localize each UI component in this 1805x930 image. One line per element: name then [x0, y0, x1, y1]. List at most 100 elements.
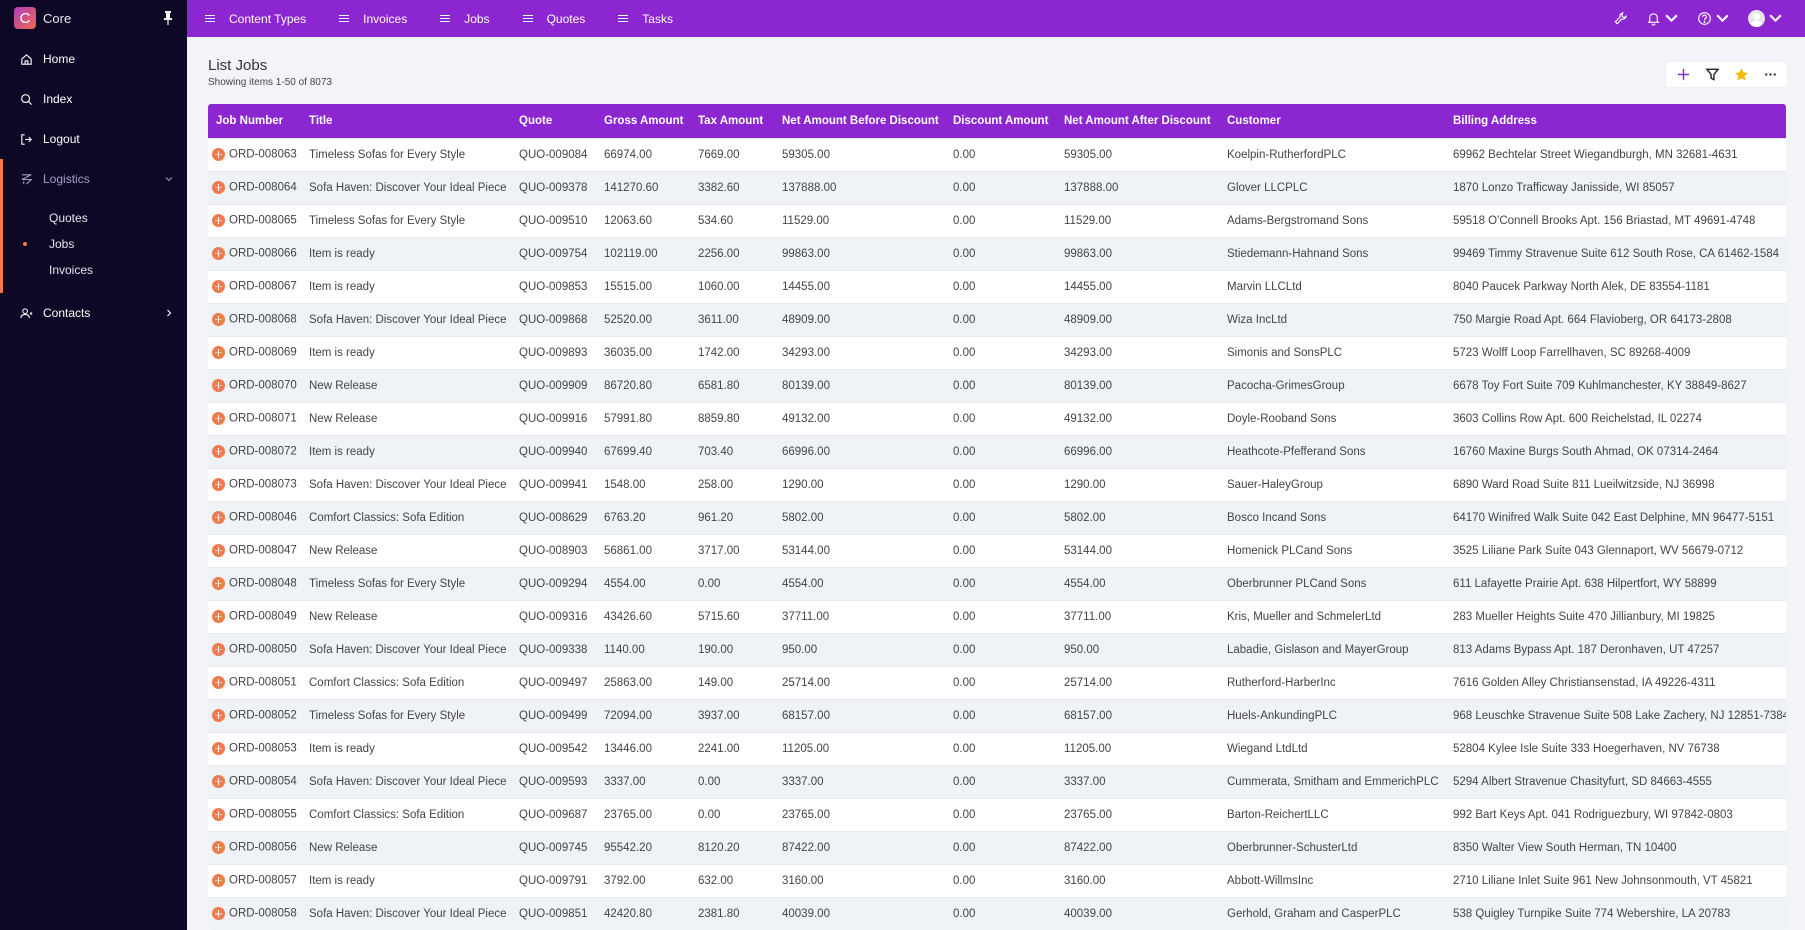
row-action-icon[interactable]	[212, 313, 225, 326]
tab-invoices[interactable]: Invoices	[339, 12, 407, 26]
row-action-icon[interactable]	[212, 610, 225, 623]
row-action-icon[interactable]	[212, 247, 225, 260]
sidebar-subitem-jobs[interactable]: Jobs	[0, 231, 187, 257]
table-row[interactable]: ORD-008068 Sofa Haven: Discover Your Idea…	[208, 302, 1786, 336]
job-number-text: ORD-008063	[229, 148, 297, 161]
user-menu-button[interactable]	[1748, 10, 1783, 27]
column-header-gross-amount[interactable]: Gross Amount	[596, 104, 690, 138]
row-action-icon[interactable]	[212, 214, 225, 227]
sidebar-item-contacts[interactable]: Contacts	[0, 293, 187, 333]
sidebar-subitem-invoices[interactable]: Invoices	[0, 257, 187, 283]
table-row[interactable]: ORD-008067 Item is ready QUO-009853 15515.0…	[208, 269, 1786, 303]
row-action-icon[interactable]	[212, 808, 225, 821]
table-row[interactable]: ORD-008066 Item is ready QUO-009754 102119.…	[208, 236, 1786, 270]
cell-net-before-discount: 49132.00	[774, 401, 945, 435]
cell-net-after-discount: 53144.00	[1056, 533, 1219, 567]
sidebar-item-label: Contacts	[43, 306, 91, 320]
sidebar-subitem-quotes[interactable]: Quotes	[0, 205, 187, 231]
row-action-icon[interactable]	[212, 907, 225, 921]
table-row[interactable]: ORD-008057 Item is ready QUO-009791 3792.00…	[208, 863, 1786, 897]
job-number-text: ORD-008073	[229, 478, 297, 491]
sidebar-item-logout[interactable]: Logout	[0, 119, 187, 159]
table-row[interactable]: ORD-008071 New Release QUO-009916 57991.80 8…	[208, 401, 1786, 435]
tab-content-types[interactable]: Content Types	[205, 12, 306, 26]
table-row[interactable]: ORD-008048 Timeless Sofas for Every Style…	[208, 566, 1786, 600]
column-header-title[interactable]: Title	[301, 104, 511, 138]
row-action-icon[interactable]	[212, 874, 225, 887]
row-action-icon[interactable]	[212, 478, 225, 491]
cell-billing-address: 3525 Liliane Park Suite 043 Glennaport, …	[1445, 533, 1786, 567]
tab-jobs[interactable]: Jobs	[440, 11, 490, 26]
pin-icon[interactable]	[163, 11, 173, 25]
row-action-icon[interactable]	[212, 676, 225, 689]
help-button[interactable]	[1697, 11, 1730, 26]
table-row[interactable]: ORD-008051 Comfort Classics: Sofa Edition…	[208, 665, 1786, 699]
column-header-net-before-discount[interactable]: Net Amount Before Discount	[774, 104, 945, 138]
column-header-tax-amount[interactable]: Tax Amount	[690, 104, 774, 138]
column-header-billing-address[interactable]: Billing Address	[1445, 104, 1786, 138]
table-row[interactable]: ORD-008046 Comfort Classics: Sofa Edition…	[208, 500, 1786, 534]
cell-net-after-discount: 950.00	[1056, 632, 1219, 666]
more-button[interactable]	[1762, 67, 1778, 83]
table-row[interactable]: ORD-008073 Sofa Haven: Discover Your Idea…	[208, 467, 1786, 501]
row-action-icon[interactable]	[212, 346, 225, 359]
row-action-icon[interactable]	[212, 841, 225, 854]
column-header-net-after-discount[interactable]: Net Amount After Discount	[1056, 104, 1219, 138]
table-row[interactable]: ORD-008072 Item is ready QUO-009940 67699.4…	[208, 434, 1786, 468]
cell-billing-address: 538 Quigley Turnpike Suite 774 Webershir…	[1445, 896, 1786, 930]
sidebar-item-home[interactable]: Home	[0, 39, 187, 79]
menu-icon	[440, 14, 451, 23]
table-row[interactable]: ORD-008064 Sofa Haven: Discover Your Idea…	[208, 170, 1786, 204]
table-row[interactable]: ORD-008058 Sofa Haven: Discover Your Idea…	[208, 896, 1786, 930]
sidebar-item-index[interactable]: Index	[0, 79, 187, 119]
table-row[interactable]: ORD-008050 Sofa Haven: Discover Your Idea…	[208, 632, 1786, 666]
row-action-icon[interactable]	[212, 643, 225, 656]
row-action-icon[interactable]	[212, 379, 225, 392]
column-header-quote[interactable]: Quote	[511, 104, 596, 138]
cell-gross-amount: 4554.00	[596, 566, 690, 600]
cell-billing-address: 52804 Kylee Isle Suite 333 Hoegerhaven, …	[1445, 731, 1786, 765]
tab-label: Jobs	[464, 11, 490, 26]
favorite-button[interactable]	[1733, 67, 1749, 83]
column-header-customer[interactable]: Customer	[1219, 104, 1445, 138]
table-row[interactable]: ORD-008049 New Release QUO-009316 43426.60 5…	[208, 599, 1786, 633]
row-action-icon[interactable]	[212, 775, 225, 788]
sidebar-item-logistics[interactable]: Logistics	[0, 159, 187, 199]
cell-discount-amount: 0.00	[945, 566, 1056, 600]
row-action-icon[interactable]	[212, 181, 225, 194]
row-action-icon[interactable]	[212, 511, 225, 524]
column-header-job-number[interactable]: Job Number	[208, 104, 301, 138]
row-action-icon[interactable]	[212, 577, 225, 590]
add-button[interactable]	[1675, 67, 1691, 83]
row-action-icon[interactable]	[212, 280, 225, 293]
table-row[interactable]: ORD-008053 Item is ready QUO-009542 13446.0…	[208, 731, 1786, 765]
table-row[interactable]: ORD-008055 Comfort Classics: Sofa Edition…	[208, 797, 1786, 831]
row-action-icon[interactable]	[212, 148, 225, 161]
table-row[interactable]: ORD-008052 Timeless Sofas for Every Style…	[208, 698, 1786, 732]
job-number-text: ORD-008054	[229, 775, 297, 788]
settings-button[interactable]	[1613, 11, 1628, 26]
row-action-icon[interactable]	[212, 412, 225, 425]
tab-quotes[interactable]: Quotes	[522, 12, 585, 26]
notifications-button[interactable]	[1646, 11, 1679, 26]
table-row[interactable]: ORD-008054 Sofa Haven: Discover Your Idea…	[208, 764, 1786, 798]
table-row[interactable]: ORD-008069 Item is ready QUO-009893 36035.0…	[208, 335, 1786, 369]
cell-title: Timeless Sofas for Every Style	[301, 698, 511, 732]
filter-button[interactable]	[1704, 67, 1720, 83]
table-header-row: Job Number Title Quote Gross Amount Tax Amou…	[208, 104, 1786, 138]
table-row[interactable]: ORD-008070 New Release QUO-009909 86720.80 6…	[208, 368, 1786, 402]
table-row[interactable]: ORD-008065 Timeless Sofas for Every Style…	[208, 203, 1786, 237]
cell-tax-amount: 0.00	[690, 797, 774, 831]
tab-tasks[interactable]: Tasks	[618, 12, 673, 26]
row-action-icon[interactable]	[212, 709, 225, 722]
row-action-icon[interactable]	[212, 742, 225, 755]
cell-discount-amount: 0.00	[945, 467, 1056, 501]
table-row[interactable]: ORD-008056 New Release QUO-009745 95542.20 8…	[208, 830, 1786, 864]
table-row[interactable]: ORD-008047 New Release QUO-008903 56861.00 3…	[208, 533, 1786, 567]
cell-billing-address: 968 Leuschke Stravenue Suite 508 Lake Za…	[1445, 698, 1786, 732]
cell-net-after-discount: 11205.00	[1056, 731, 1219, 765]
column-header-discount-amount[interactable]: Discount Amount	[945, 104, 1056, 138]
row-action-icon[interactable]	[212, 544, 225, 557]
row-action-icon[interactable]	[212, 445, 225, 458]
table-row[interactable]: ORD-008063 Timeless Sofas for Every Style…	[208, 137, 1786, 171]
